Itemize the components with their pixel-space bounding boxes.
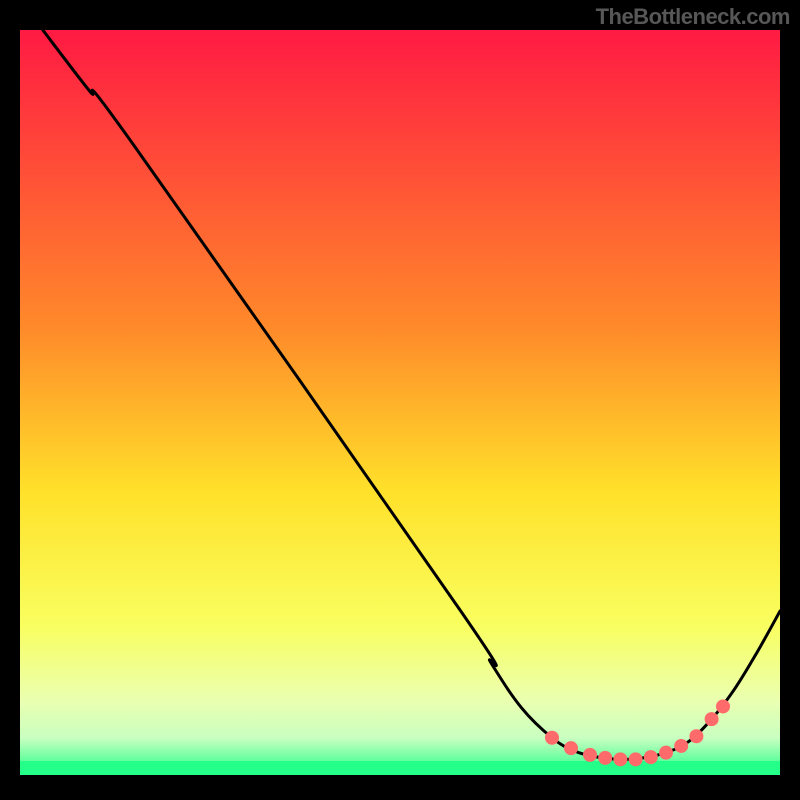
data-marker xyxy=(598,751,612,765)
chart-svg xyxy=(20,30,780,775)
data-marker xyxy=(689,729,703,743)
data-marker xyxy=(674,739,688,753)
data-marker xyxy=(583,748,597,762)
data-marker xyxy=(613,752,627,766)
data-marker xyxy=(545,731,559,745)
data-marker xyxy=(644,750,658,764)
bottom-green-band xyxy=(20,761,780,775)
data-marker xyxy=(716,699,730,713)
data-marker xyxy=(705,712,719,726)
data-marker xyxy=(659,746,673,760)
data-marker xyxy=(564,741,578,755)
data-marker xyxy=(629,752,643,766)
chart-frame: TheBottleneck.com xyxy=(0,0,800,800)
gradient-background xyxy=(20,30,780,775)
watermark-text: TheBottleneck.com xyxy=(596,4,790,30)
plot-area xyxy=(20,30,780,775)
